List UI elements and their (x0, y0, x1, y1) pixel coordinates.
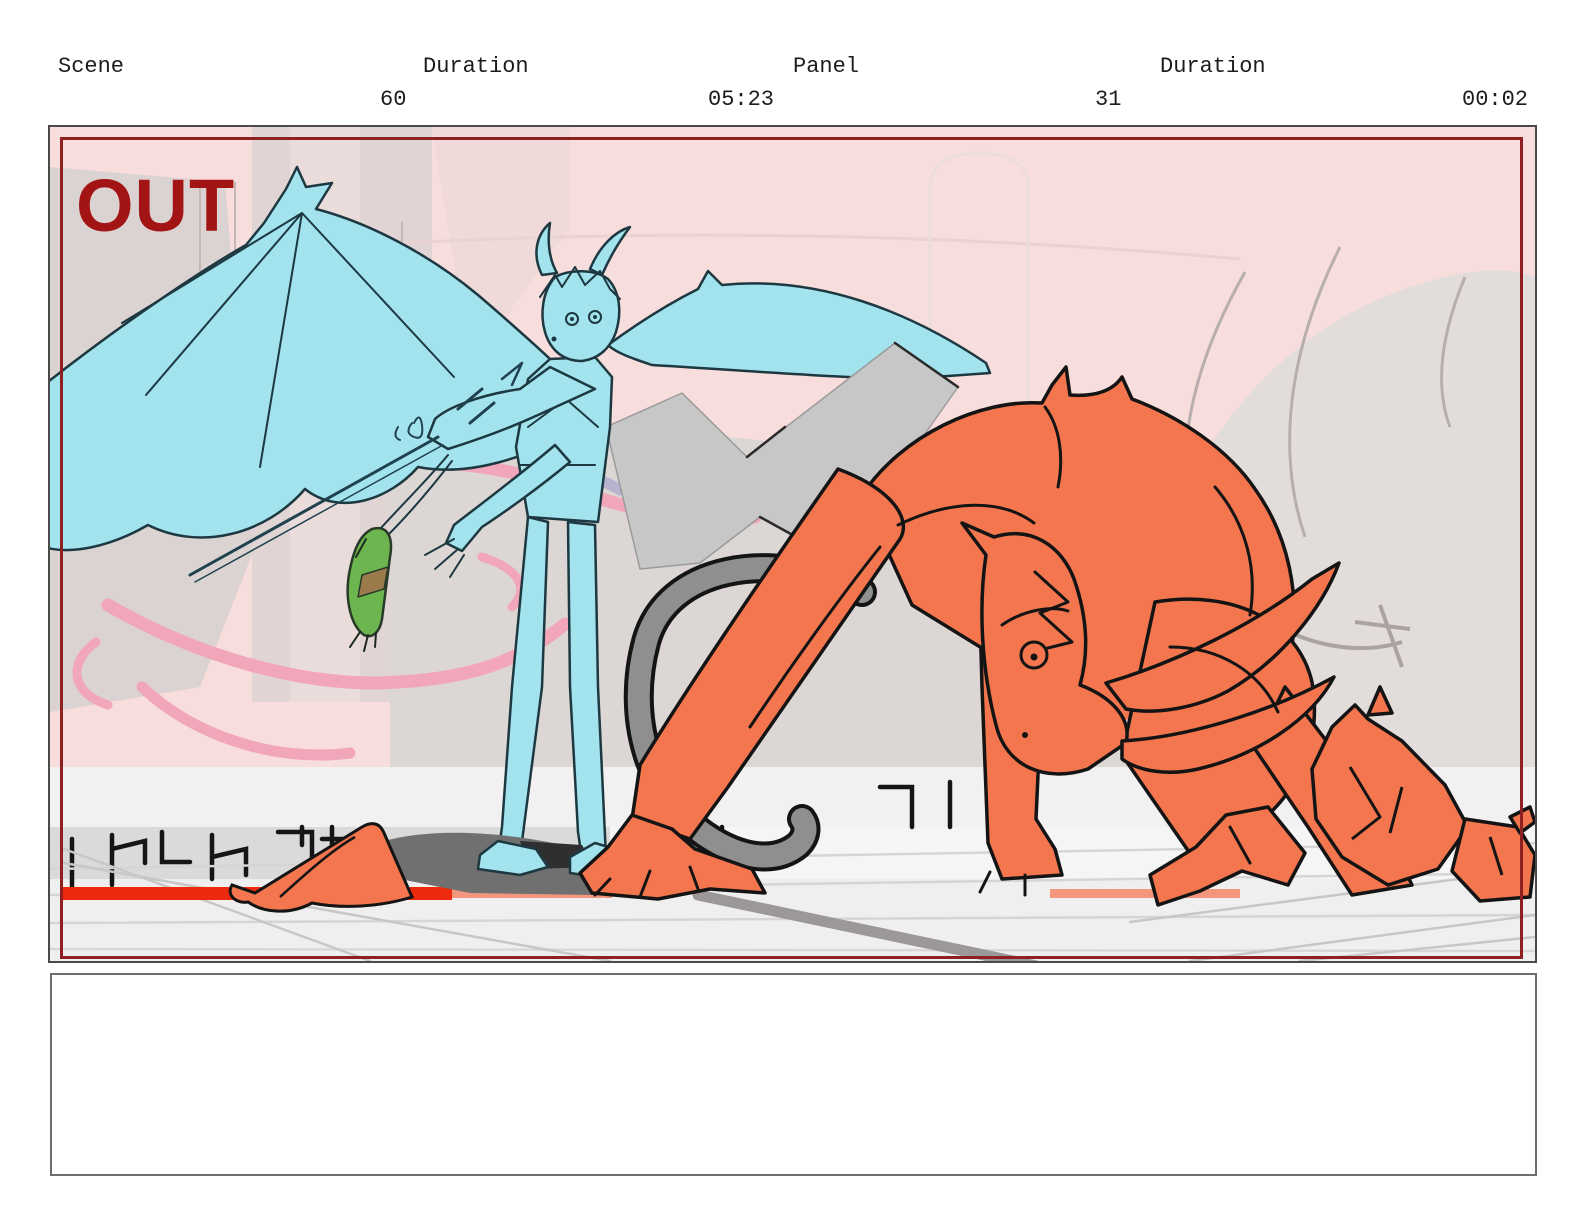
header-value-duration2: 00:02 (1462, 87, 1529, 112)
header-label-scene: Scene (58, 54, 125, 79)
out-label: OUT (76, 164, 236, 247)
storyboard-panel: OUT (48, 125, 1537, 963)
header-value-scene: 60 (380, 87, 407, 112)
panel-artwork (50, 127, 1535, 961)
header-label-duration1: Duration (423, 54, 529, 79)
notes-box (50, 973, 1537, 1176)
header-value-panel: 31 (1095, 87, 1122, 112)
header-label-duration2: Duration (1160, 54, 1266, 79)
storyboard-page: Scene Duration Panel Duration 60 05:23 3… (0, 0, 1584, 1224)
header-label-panel: Panel (793, 54, 860, 79)
header-value-duration1: 05:23 (708, 87, 775, 112)
